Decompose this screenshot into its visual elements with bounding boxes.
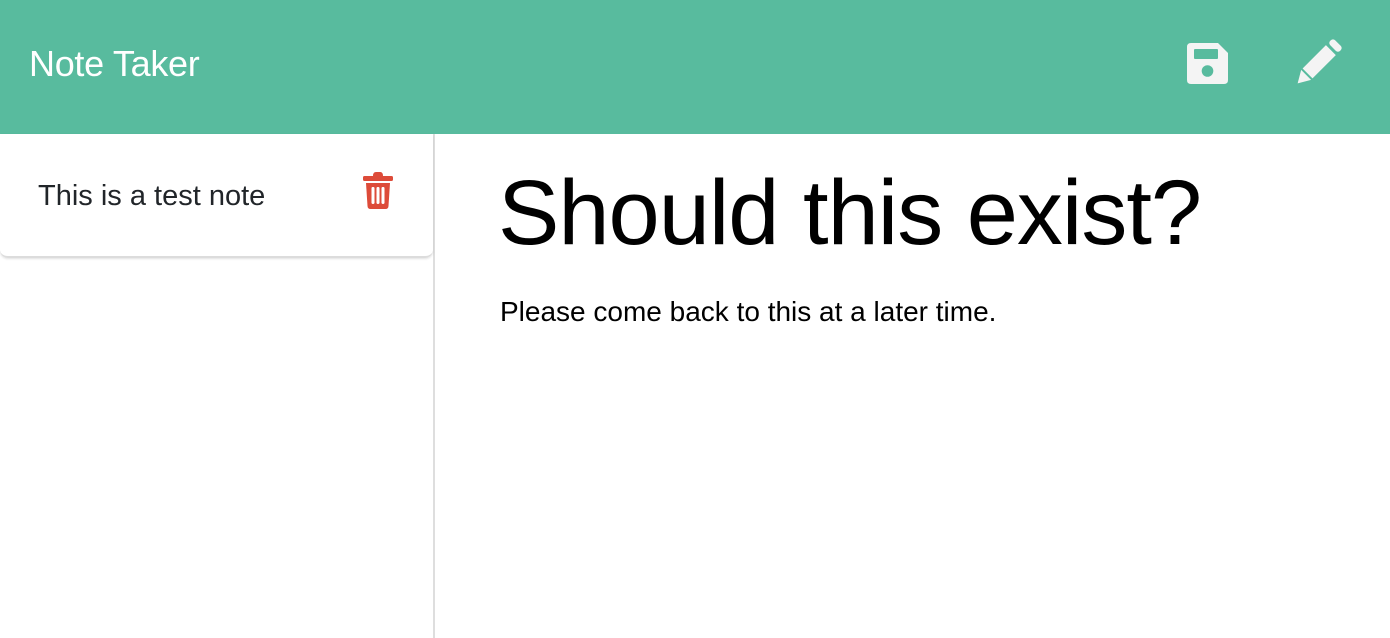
note-list-item-title[interactable]: This is a test note (38, 178, 265, 214)
navbar: Note Taker (0, 0, 1390, 134)
note-title[interactable]: Should this exist? (498, 158, 1358, 268)
delete-note-trash-icon[interactable] (362, 172, 394, 209)
new-note-pencil-icon[interactable] (1293, 37, 1344, 88)
app-title[interactable]: Note Taker (29, 40, 200, 88)
note-text[interactable]: Please come back to this at a later time… (500, 294, 1360, 330)
notes-list: This is a test note (0, 134, 433, 258)
note-editor: Should this exist? Please come back to t… (435, 134, 1390, 638)
notes-sidebar: This is a test note (0, 134, 435, 638)
note-list-item[interactable]: This is a test note (0, 134, 433, 258)
save-note-icon[interactable] (1185, 41, 1230, 86)
